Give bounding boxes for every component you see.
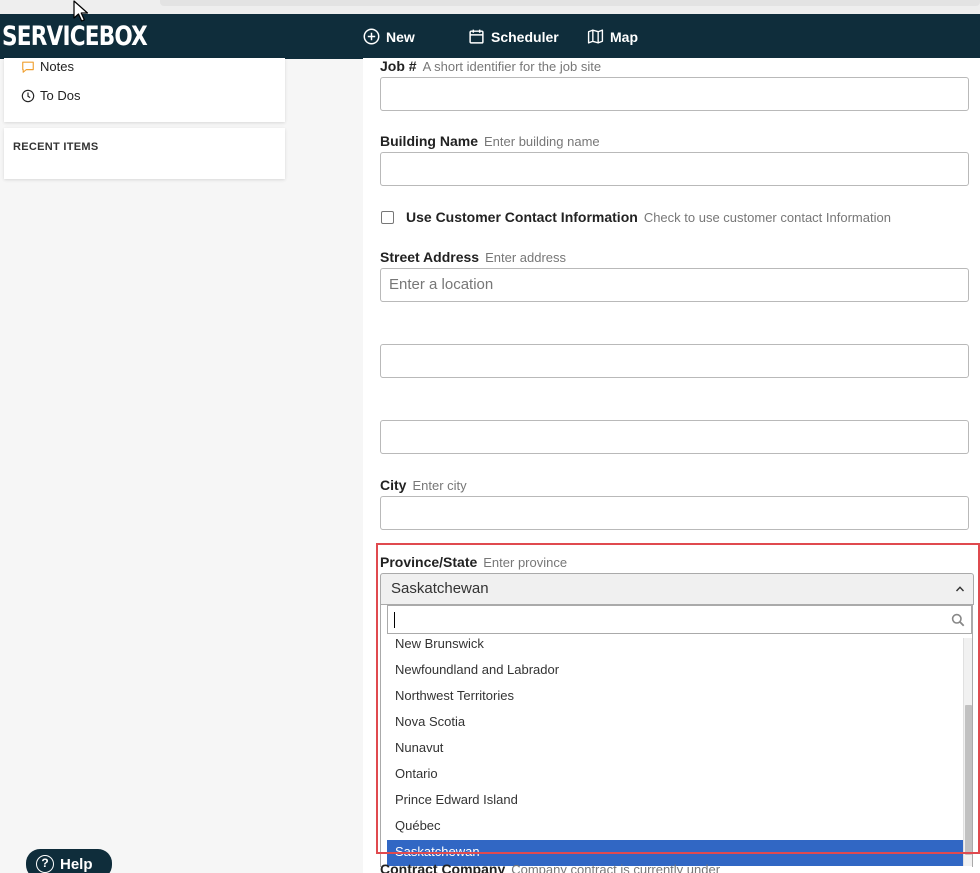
province-option[interactable]: Nunavut: [387, 736, 963, 762]
city-label-text: City: [380, 477, 407, 493]
sidebar-item-label: Notes: [40, 59, 74, 74]
contract-company-label: Contract Company Company contract is curr…: [380, 861, 720, 873]
city-hint: Enter city: [412, 478, 467, 493]
use-customer-contact-label[interactable]: Use Customer Contact Information Check to…: [406, 209, 891, 225]
nav-map-label: Map: [610, 28, 638, 45]
building-name-label: Building Name Enter building name: [380, 133, 600, 149]
building-name-hint: Enter building name: [484, 134, 600, 149]
province-label-text: Province/State: [380, 554, 478, 570]
nav-new-button[interactable]: New: [363, 14, 415, 59]
province-option[interactable]: New Brunswick: [387, 636, 963, 658]
sidebar-links-card: Notes To Dos: [4, 58, 285, 122]
question-icon: ?: [36, 855, 54, 873]
nav-scheduler-button[interactable]: Scheduler: [468, 14, 559, 59]
map-icon: [587, 29, 604, 44]
street-address-label-text: Street Address: [380, 249, 480, 265]
job-site-form: Job # A short identifier for the job site…: [363, 58, 980, 873]
street-address-input[interactable]: Enter a location: [380, 268, 969, 302]
top-navbar: SERVICEBOX New Scheduler Map: [0, 14, 980, 59]
chevron-up-icon: [955, 586, 965, 592]
street-address-line2-input[interactable]: [380, 344, 969, 378]
job-number-input[interactable]: [380, 77, 969, 111]
province-option[interactable]: Ontario: [387, 762, 963, 788]
top-bar: [160, 0, 980, 6]
use-customer-contact-label-text: Use Customer Contact Information: [406, 209, 638, 225]
street-address-label: Street Address Enter address: [380, 249, 566, 265]
speech-bubble-icon: [22, 61, 34, 73]
city-label: City Enter city: [380, 477, 467, 493]
help-label: Help: [60, 855, 93, 873]
dropdown-scrollbar[interactable]: [963, 638, 972, 866]
province-option[interactable]: Northwest Territories: [387, 684, 963, 710]
province-option[interactable]: Prince Edward Island: [387, 788, 963, 814]
province-hint: Enter province: [483, 555, 568, 570]
job-number-label-text: Job #: [380, 58, 417, 74]
sidebar-item-label: To Dos: [40, 88, 81, 103]
nav-map-button[interactable]: Map: [587, 14, 638, 59]
job-number-label: Job # A short identifier for the job site: [380, 58, 601, 74]
nav-new-label: New: [386, 28, 415, 45]
sidebar-item-todos[interactable]: To Dos: [21, 88, 80, 103]
province-options-list: New Brunswick Newfoundland and Labrador …: [387, 636, 963, 866]
province-selected-value: Saskatchewan: [391, 580, 489, 597]
street-address-line3-input[interactable]: [380, 420, 969, 454]
city-input[interactable]: [380, 496, 969, 530]
text-caret: [394, 612, 395, 628]
sidebar-item-notes[interactable]: Notes: [21, 59, 74, 74]
recent-items-title: RECENT ITEMS: [13, 141, 99, 153]
scrollbar-thumb[interactable]: [965, 705, 972, 855]
plus-circle-icon: [363, 28, 380, 45]
nav-scheduler-label: Scheduler: [491, 28, 559, 45]
use-customer-contact-hint: Check to use customer contact Informatio…: [643, 210, 891, 225]
recent-items-card: RECENT ITEMS: [4, 128, 285, 179]
province-label: Province/State Enter province: [380, 554, 567, 570]
use-customer-contact-checkbox[interactable]: [381, 211, 394, 224]
street-address-hint: Enter address: [485, 250, 567, 265]
calendar-icon: [469, 29, 484, 44]
province-dropdown: New Brunswick Newfoundland and Labrador …: [380, 605, 973, 867]
search-icon: [951, 613, 965, 627]
job-number-hint: A short identifier for the job site: [422, 59, 602, 74]
building-name-input[interactable]: [380, 152, 969, 186]
help-button[interactable]: ? Help: [26, 849, 112, 873]
contract-company-label-text: Contract Company: [380, 861, 506, 873]
province-option[interactable]: Québec: [387, 814, 963, 840]
province-option[interactable]: Newfoundland and Labrador: [387, 658, 963, 684]
building-name-label-text: Building Name: [380, 133, 479, 149]
browser-top-strip: [0, 0, 980, 14]
servicebox-logo[interactable]: SERVICEBOX: [2, 21, 148, 53]
contract-company-hint: Company contract is currently under: [511, 862, 721, 873]
mouse-pointer-icon: [73, 0, 89, 22]
province-option[interactable]: Nova Scotia: [387, 710, 963, 736]
province-search-input[interactable]: [387, 605, 972, 634]
clock-icon: [21, 89, 35, 102]
province-select[interactable]: Saskatchewan: [380, 573, 974, 605]
